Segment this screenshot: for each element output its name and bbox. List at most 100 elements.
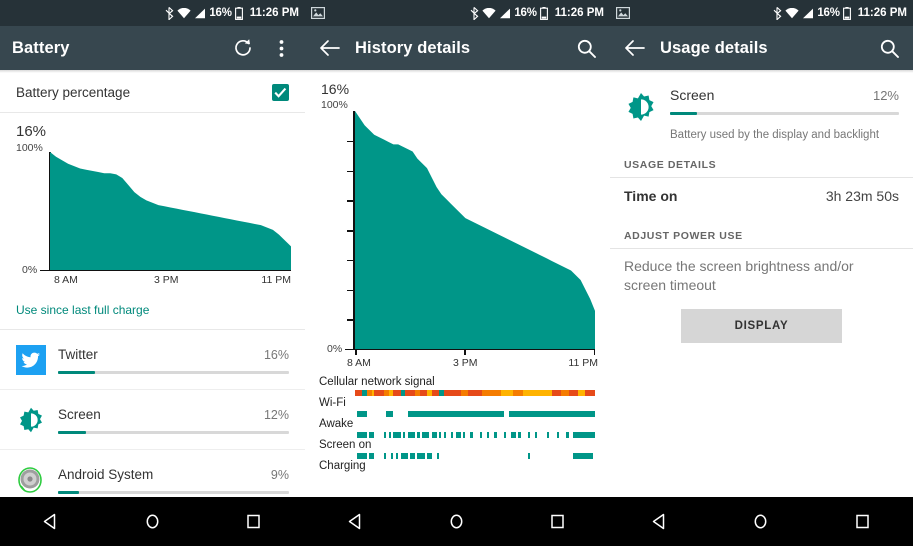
battery-level-heading: 16% (16, 123, 47, 140)
page-title: Battery (12, 38, 70, 57)
battery-history-chart: 100% 0% 8 AM 3 PM 11 PM (319, 99, 600, 377)
usage-item-name: Screen (670, 87, 715, 103)
tl-cellular-segment (568, 390, 579, 396)
chart2-plot-area (355, 111, 595, 349)
wifi-icon (482, 7, 496, 18)
tl-cellular-segment (419, 390, 427, 396)
battery-app-list: Twitter 16% Screen 12% Android System 9% (0, 330, 305, 497)
home-nav-icon[interactable] (436, 502, 476, 542)
history-timeline: Cellular network signal Wi-Fi Awake Scre… (319, 376, 600, 482)
search-icon[interactable] (877, 36, 901, 60)
chart2-area-series (355, 111, 595, 349)
back-nav-icon[interactable] (31, 502, 71, 542)
recents-nav-icon[interactable] (234, 502, 274, 542)
tl-cellular-segment (523, 390, 552, 396)
app-bar-battery: Battery (0, 26, 305, 70)
app-bar-fill-twitter (58, 371, 95, 374)
tl-wifi-segment (508, 411, 595, 417)
timeline-label-charging: Charging (319, 460, 366, 472)
status-bar: 16% 11:26 PM (0, 0, 305, 26)
chart2-ytickmark-7 (347, 319, 353, 321)
wifi-icon (785, 7, 799, 18)
brightness-icon (624, 87, 658, 123)
tl-awake-segment (566, 432, 569, 438)
tl-cellular-segment (513, 390, 523, 396)
battery-icon (842, 6, 851, 20)
cell-signal-icon (500, 8, 511, 18)
nav-group-2 (304, 497, 608, 546)
usage-item-pct: 12% (872, 88, 899, 103)
back-arrow-icon[interactable] (317, 36, 341, 60)
home-nav-icon[interactable] (741, 502, 781, 542)
chart2-ytickmark-2 (347, 170, 353, 172)
refresh-icon[interactable] (231, 36, 255, 60)
screenshot-image-icon (616, 7, 630, 19)
nav-group-1 (0, 497, 304, 546)
timeline-bar-wifi (355, 411, 595, 417)
timeline-label-awake: Awake (319, 418, 354, 430)
home-nav-icon[interactable] (132, 502, 172, 542)
chart2-xtick-2: 11 PM (568, 357, 598, 369)
search-icon[interactable] (574, 36, 598, 60)
battery-icon (234, 6, 243, 20)
tl-screen-segment (427, 453, 432, 459)
chart1-ytick-bottom: 0% (22, 264, 38, 276)
bluetooth-icon (470, 6, 479, 20)
app-bar-history: History details (305, 26, 610, 70)
cell-signal-icon (803, 8, 814, 18)
display-button[interactable]: DISPLAY (681, 308, 842, 343)
overflow-menu-icon[interactable] (269, 36, 293, 60)
use-since-last-charge-row[interactable]: Use since last full charge (0, 292, 305, 330)
tl-wifi-segment (407, 411, 504, 417)
android-system-icon (16, 465, 46, 495)
chart2-ytickmark-5 (347, 259, 353, 262)
tl-awake-segment (383, 432, 387, 438)
status-bar-notifications-3 (616, 7, 773, 19)
app-row-screen[interactable]: Screen 12% (0, 390, 305, 450)
app-row-android-system[interactable]: Android System 9% (0, 450, 305, 497)
tl-screen-segment (400, 453, 408, 459)
app-name-twitter: Twitter (58, 347, 98, 362)
app-bar-track-twitter (58, 371, 289, 374)
tl-screen-segment (527, 453, 531, 459)
tl-awake-segment (443, 432, 447, 438)
usage-item-description: Battery used by the display and backligh… (670, 129, 880, 141)
tl-cellular-segment (561, 390, 569, 396)
cell-signal-icon (195, 8, 206, 18)
recents-nav-icon[interactable] (842, 502, 882, 542)
back-nav-icon[interactable] (335, 502, 375, 542)
tl-awake-segment (556, 432, 559, 438)
wifi-icon (177, 7, 191, 18)
status-bar-3: 16% 11:26 PM (610, 0, 913, 26)
tl-awake-segment (439, 432, 442, 438)
status-bar-2: 16% 11:26 PM (305, 0, 610, 26)
tl-cellular-segment (393, 390, 401, 396)
app-pct-twitter: 16% (263, 348, 289, 362)
status-clock: 11:26 PM (249, 7, 299, 19)
history-level-heading: 16% (321, 81, 350, 97)
tl-screen-segment (383, 453, 387, 459)
row-battery-percentage[interactable]: Battery percentage (0, 73, 305, 113)
tl-awake-segment (357, 432, 367, 438)
app-row-twitter[interactable]: Twitter 16% (0, 330, 305, 390)
app-body-android-system: Android System 9% (58, 465, 289, 494)
nav-group-3 (609, 497, 913, 546)
use-since-last-charge-link[interactable]: Use since last full charge (16, 303, 149, 317)
panels-container: 16% 11:26 PM Battery Battery percentage … (0, 0, 913, 497)
chart1-xtick-1: 3 PM (154, 274, 179, 286)
tl-screen-segment (436, 453, 439, 459)
chart2-xtickmark-1 (464, 350, 466, 355)
chart1-xtick-0: 8 AM (54, 274, 78, 286)
page-title-usage: Usage details (660, 38, 768, 57)
timeline-bar-charging (355, 474, 595, 480)
back-arrow-icon[interactable] (622, 36, 646, 60)
tl-screen-segment (417, 453, 425, 459)
tl-awake-segment (503, 432, 507, 438)
tl-screen-segment (573, 453, 593, 459)
tl-screen-segment (395, 453, 399, 459)
tl-cellular-segment (551, 390, 562, 396)
back-nav-icon[interactable] (639, 502, 679, 542)
recents-nav-icon[interactable] (538, 502, 578, 542)
chart2-xtick-1: 3 PM (453, 357, 478, 369)
battery-percentage-checkbox[interactable] (272, 84, 289, 101)
